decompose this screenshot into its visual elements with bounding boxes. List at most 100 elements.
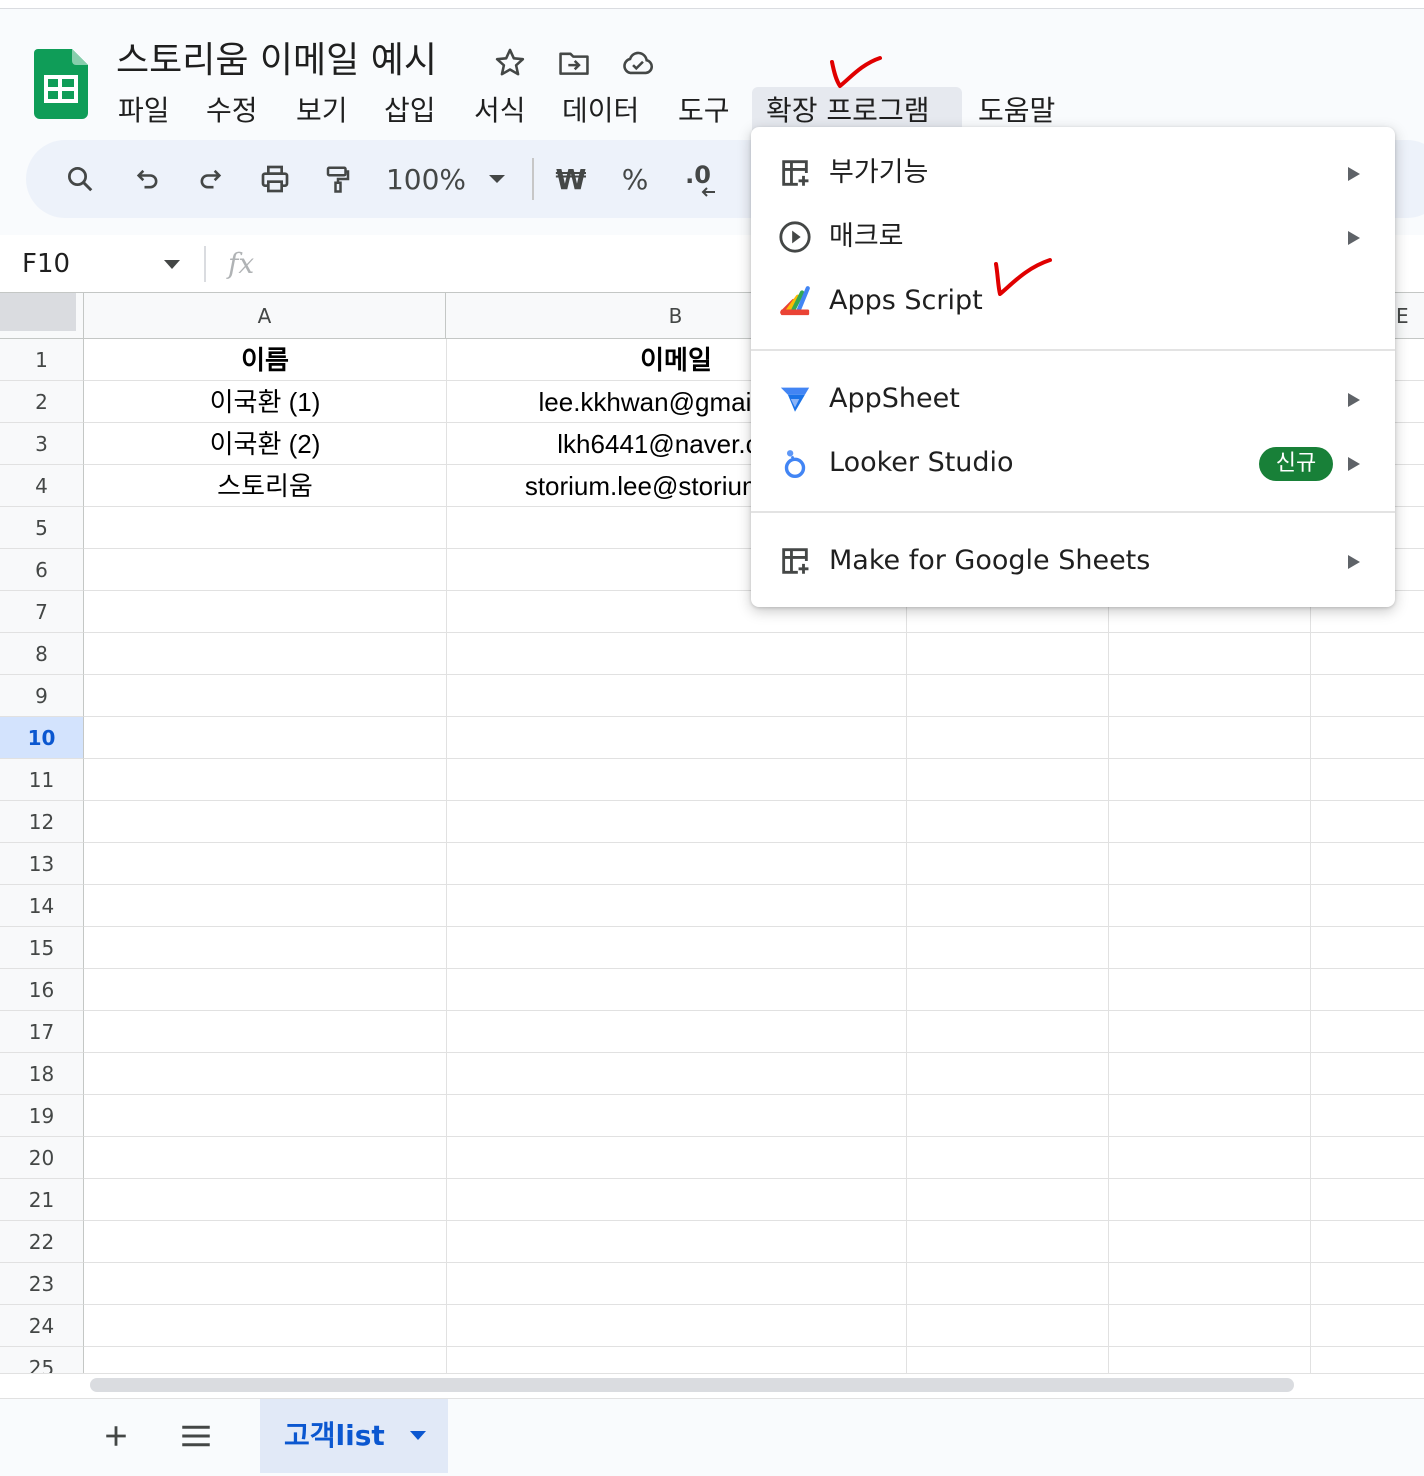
menu-item-label: 부가기능 [829, 157, 929, 188]
sheet-tab-active[interactable]: 고객list [260, 1399, 448, 1473]
menu-view[interactable]: 보기 [282, 87, 362, 135]
row-gridline [84, 1262, 1424, 1263]
cell-a3[interactable]: 이국환 (2) [84, 423, 446, 465]
row-gridline [84, 1136, 1424, 1137]
row-gridline [84, 800, 1424, 801]
row-gridline [84, 968, 1424, 969]
menu-item-macros[interactable]: 매크로 [751, 205, 1395, 269]
cell-a4[interactable]: 스토리움 [84, 465, 446, 507]
cell-a1[interactable]: 이름 [84, 339, 446, 381]
menu-insert[interactable]: 삽입 [370, 87, 450, 135]
select-all-corner[interactable] [0, 293, 84, 339]
add-sheet-button[interactable] [96, 1399, 136, 1473]
row-header-12[interactable]: 12 [0, 801, 84, 843]
row-gridline [84, 1052, 1424, 1053]
menu-item-looker-studio[interactable]: Looker Studio 신규 [751, 431, 1395, 495]
print-icon[interactable] [254, 140, 296, 218]
annotation-checkmark-icon [994, 258, 1052, 296]
toolbar-divider [532, 158, 534, 200]
arrow-left-icon [701, 187, 715, 197]
move-folder-icon[interactable] [554, 43, 594, 83]
menu-item-label: Looker Studio [829, 447, 1014, 478]
column-header-a[interactable]: A [84, 293, 446, 339]
row-header-2[interactable]: 2 [0, 381, 84, 423]
extensions-menu: 부가기능 매크로 Apps Script AppSheet Looker Stu… [751, 127, 1395, 607]
all-sheets-button[interactable] [176, 1399, 216, 1473]
menu-lines-icon [182, 1425, 210, 1447]
submenu-arrow-icon [1348, 555, 1360, 569]
row-header-11[interactable]: 11 [0, 759, 84, 801]
row-header-7[interactable]: 7 [0, 591, 84, 633]
menu-format[interactable]: 서식 [460, 87, 540, 135]
menu-item-addons[interactable]: 부가기능 [751, 141, 1395, 205]
row-header-21[interactable]: 21 [0, 1179, 84, 1221]
menu-tools[interactable]: 도구 [664, 87, 744, 135]
menu-edit[interactable]: 수정 [192, 87, 272, 135]
annotation-checkmark-icon [830, 56, 882, 88]
scrollbar-thumb[interactable] [90, 1378, 1294, 1392]
name-box-dropdown-icon[interactable] [164, 260, 180, 269]
row-header-15[interactable]: 15 [0, 927, 84, 969]
percent-format-button[interactable]: % [620, 140, 650, 218]
menu-item-make-for-google-sheets[interactable]: Make for Google Sheets [751, 529, 1395, 593]
row-header-13[interactable]: 13 [0, 843, 84, 885]
redo-icon[interactable] [190, 140, 230, 218]
row-gridline [84, 758, 1424, 759]
row-header-1[interactable]: 1 [0, 339, 84, 381]
row-header-8[interactable]: 8 [0, 633, 84, 675]
row-header-24[interactable]: 24 [0, 1305, 84, 1347]
currency-format-button[interactable]: ₩ [554, 140, 588, 218]
row-header-3[interactable]: 3 [0, 423, 84, 465]
paint-format-icon[interactable] [318, 140, 358, 218]
menu-divider [751, 349, 1395, 351]
submenu-arrow-icon [1348, 231, 1360, 245]
row-header-18[interactable]: 18 [0, 1053, 84, 1095]
undo-icon[interactable] [128, 140, 168, 218]
row-gridline [84, 674, 1424, 675]
row-header-22[interactable]: 22 [0, 1221, 84, 1263]
zoom-dropdown-icon[interactable] [484, 140, 510, 218]
row-header-19[interactable]: 19 [0, 1095, 84, 1137]
horizontal-scrollbar[interactable] [0, 1373, 1424, 1398]
name-box[interactable]: F10 [22, 236, 70, 292]
looker-studio-icon [777, 445, 813, 481]
apps-script-icon [777, 283, 813, 319]
menu-item-apps-script[interactable]: Apps Script [751, 269, 1395, 333]
cloud-saved-icon[interactable] [618, 43, 658, 83]
star-icon[interactable] [490, 43, 530, 83]
row-gridline [84, 1178, 1424, 1179]
sheets-logo-icon[interactable] [34, 49, 88, 119]
document-title[interactable]: 스토리움 이메일 예시 [116, 37, 437, 85]
zoom-select[interactable]: 100% [386, 140, 466, 218]
menu-file[interactable]: 파일 [104, 87, 184, 135]
row-header-20[interactable]: 20 [0, 1137, 84, 1179]
row-header-14[interactable]: 14 [0, 885, 84, 927]
spreadsheet-app: 스토리움 이메일 예시 파일 수정 보기 삽입 서식 데이터 도구 확장 프로그… [0, 0, 1424, 1476]
sheet-tab-label: 고객list [284, 1419, 385, 1452]
row-header-9[interactable]: 9 [0, 675, 84, 717]
row-header-23[interactable]: 23 [0, 1263, 84, 1305]
new-badge: 신규 [1259, 447, 1333, 481]
submenu-arrow-icon [1348, 167, 1360, 181]
decrease-decimal-button[interactable]: .0 [678, 140, 718, 218]
addons-icon [777, 155, 813, 191]
menu-data[interactable]: 데이터 [548, 87, 653, 135]
menu-item-label: Apps Script [829, 285, 983, 316]
row-header-6[interactable]: 6 [0, 549, 84, 591]
row-header-4[interactable]: 4 [0, 465, 84, 507]
row-header-10[interactable]: 10 [0, 717, 84, 759]
menu-item-appsheet[interactable]: AppSheet [751, 367, 1395, 431]
cell-a2[interactable]: 이국환 (1) [84, 381, 446, 423]
search-menus-icon[interactable] [60, 140, 100, 218]
row-gridline [84, 716, 1424, 717]
row-header-25[interactable]: 25 [0, 1347, 84, 1373]
row-header-17[interactable]: 17 [0, 1011, 84, 1053]
play-circle-icon [777, 219, 813, 255]
row-header-16[interactable]: 16 [0, 969, 84, 1011]
row-gridline [84, 1346, 1424, 1347]
sheet-tab-dropdown-icon[interactable] [410, 1431, 426, 1440]
fx-icon: fx [228, 247, 255, 280]
row-gridline [84, 632, 1424, 633]
row-gridline [84, 842, 1424, 843]
row-header-5[interactable]: 5 [0, 507, 84, 549]
